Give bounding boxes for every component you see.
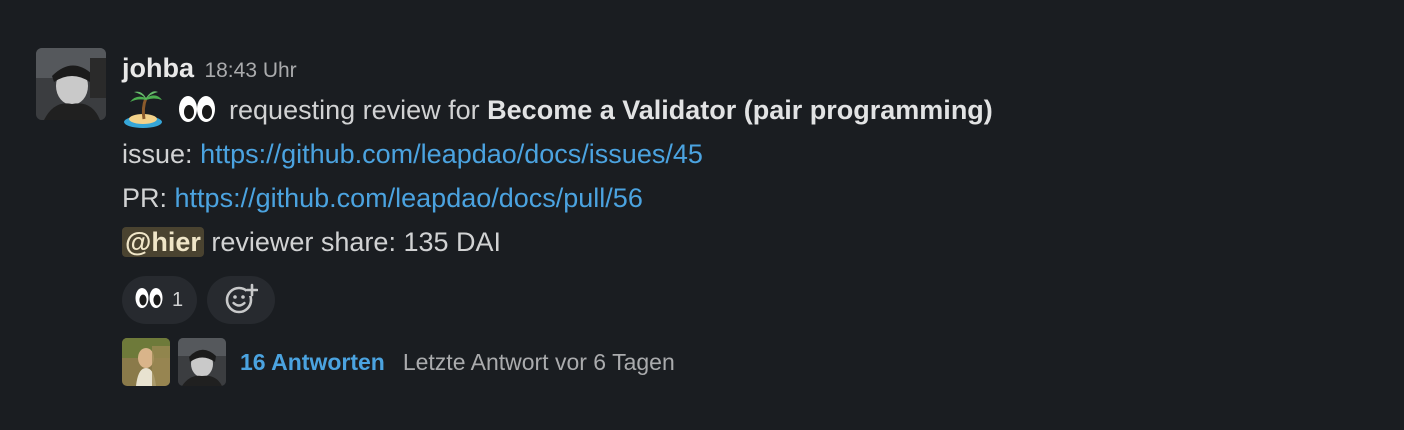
thread-participant-avatar xyxy=(178,338,226,386)
author-avatar[interactable] xyxy=(36,48,106,120)
add-emoji-icon xyxy=(224,281,259,320)
message-line-3: PR: https://github.com/leapdao/docs/pull… xyxy=(122,176,1322,220)
message-header: johba 18:43 Uhr xyxy=(122,48,1322,88)
desert-island-emoji xyxy=(122,88,164,130)
reaction-eyes[interactable]: 1 xyxy=(122,276,198,324)
thread-summary[interactable]: 16 Antworten Letzte Antwort vor 6 Tagen xyxy=(122,338,675,386)
channel-mention[interactable]: @hier xyxy=(122,227,204,257)
thread-participant-avatar xyxy=(122,338,170,386)
message-content: johba 18:43 Uhr requesting review for Be… xyxy=(122,48,1322,324)
eyes-emoji xyxy=(134,285,164,316)
eyes-emoji xyxy=(176,88,218,130)
task-title: Become a Validator (pair programming) xyxy=(487,95,993,125)
reactions-bar: 1 xyxy=(122,276,1322,324)
pr-link[interactable]: https://github.com/leapdao/docs/pull/56 xyxy=(175,183,643,213)
message-line-1: requesting review for Become a Validator… xyxy=(122,88,1322,132)
last-reply-time: Letzte Antwort vor 6 Tagen xyxy=(402,348,675,375)
message: johba 18:43 Uhr requesting review for Be… xyxy=(0,0,1404,430)
reaction-count: 1 xyxy=(172,288,184,311)
message-line-4: @hier reviewer share: 135 DAI xyxy=(122,220,1322,264)
review-request-text: requesting review for xyxy=(229,95,480,125)
pr-label: PR: xyxy=(122,183,168,213)
issue-label: issue: xyxy=(122,139,193,169)
message-line-2: issue: https://github.com/leapdao/docs/i… xyxy=(122,132,1322,176)
author-name[interactable]: johba xyxy=(122,53,194,83)
reply-count-link[interactable]: 16 Antworten xyxy=(240,349,385,376)
add-reaction-button[interactable] xyxy=(207,276,276,324)
issue-link[interactable]: https://github.com/leapdao/docs/issues/4… xyxy=(200,139,703,169)
message-timestamp[interactable]: 18:43 Uhr xyxy=(204,59,296,82)
reviewer-share-text: reviewer share: 135 DAI xyxy=(211,227,502,257)
